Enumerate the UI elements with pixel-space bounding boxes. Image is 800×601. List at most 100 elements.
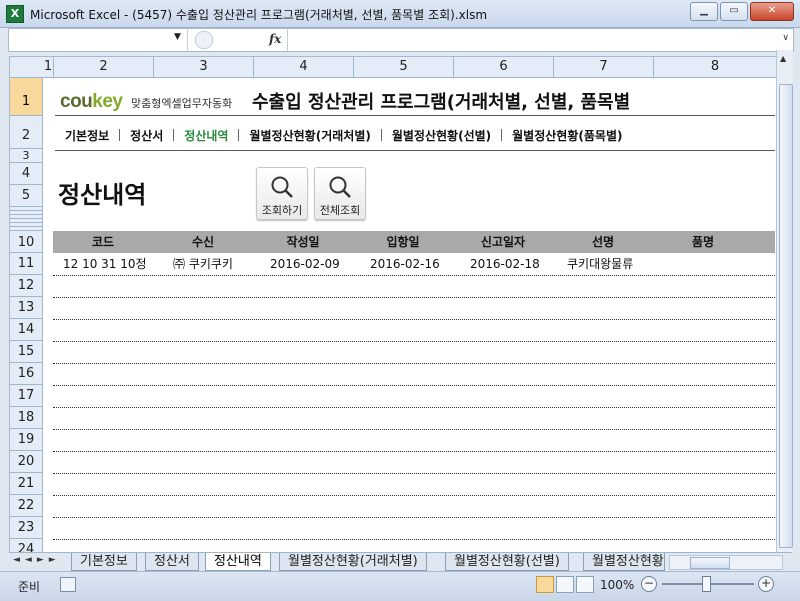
minimize-button[interactable]: ▁	[690, 2, 718, 21]
column-header[interactable]: 5	[354, 57, 454, 78]
title-divider	[55, 115, 775, 116]
expand-formula-icon[interactable]: ∨	[782, 33, 789, 43]
row-header[interactable]: 17	[10, 385, 43, 407]
page-break-view-icon[interactable]	[576, 576, 594, 593]
row-divider	[53, 319, 775, 320]
row-header[interactable]: 22	[10, 495, 43, 517]
vertical-scroll-thumb[interactable]	[779, 84, 793, 548]
formula-input[interactable]	[293, 32, 773, 48]
logo-tagline: 맞춤형엑셀업무자동화	[131, 97, 233, 110]
row-divider	[53, 363, 775, 364]
cell-created-date[interactable]: 2016-02-09	[270, 254, 340, 274]
formula-bar: ▼ fx ∨	[8, 28, 794, 52]
zoom-level[interactable]: 100%	[600, 578, 634, 592]
row-header[interactable]: 2	[10, 116, 43, 149]
search-all-button-label: 전체조회	[319, 204, 361, 217]
column-header[interactable]: 3	[154, 57, 254, 78]
nav-item-settlement[interactable]: 정산서	[120, 127, 173, 144]
cell-recipient[interactable]: ㈜ 쿠키쿠키	[173, 254, 233, 274]
row-divider	[53, 275, 775, 276]
search-all-button[interactable]: 전체조회	[314, 167, 366, 220]
window-controls: ▁ ▭ ✕	[690, 2, 794, 21]
column-arrival-date[interactable]: 입항일	[353, 231, 453, 253]
nav-divider	[55, 150, 775, 151]
scroll-up-icon[interactable]: ▲	[780, 54, 786, 63]
row-divider	[53, 429, 775, 430]
normal-view-icon[interactable]	[536, 576, 554, 593]
horizontal-scroll-thumb[interactable]	[690, 557, 730, 569]
page-layout-view-icon[interactable]	[556, 576, 574, 593]
page-title: 정산내역	[58, 181, 147, 209]
row-header[interactable]: 4	[10, 163, 43, 185]
column-code[interactable]: 코드	[53, 231, 153, 253]
vertical-scrollbar[interactable]: ▲	[776, 50, 793, 552]
column-header[interactable]: 2	[54, 57, 154, 78]
hidden-rows-marker[interactable]	[10, 207, 43, 231]
formula-separator	[287, 29, 288, 51]
cell-arrival-date[interactable]: 2016-02-16	[370, 254, 440, 274]
nav-item-settlement-history[interactable]: 정산내역	[174, 127, 238, 144]
row-header[interactable]: 18	[10, 407, 43, 429]
nav-item-monthly-by-ship[interactable]: 월별정산현황(선별)	[382, 127, 501, 144]
tab-scroll-arrows-icon[interactable]: ◄◄►►	[13, 555, 61, 565]
worksheet[interactable]: 1 2 3 4 5 6 7 8 1 2 3 4 5 10 11 12 13 14…	[9, 56, 777, 554]
nav-item-monthly-by-client[interactable]: 월별정산현황(거래처별)	[239, 127, 380, 144]
cell-declaration-date[interactable]: 2016-02-18	[470, 254, 540, 274]
zoom-out-button[interactable]: −	[641, 576, 657, 592]
name-box-dropdown-icon[interactable]: ▼	[174, 32, 181, 42]
row-header[interactable]: 19	[10, 429, 43, 451]
coukey-logo: coukey	[60, 91, 123, 113]
column-header[interactable]: 1	[43, 57, 54, 78]
column-header[interactable]: 4	[254, 57, 354, 78]
column-item-name[interactable]: 품명	[653, 231, 753, 253]
row-header[interactable]: 15	[10, 341, 43, 363]
nav-item-monthly-by-item[interactable]: 월별정산현황(품목별)	[502, 127, 632, 144]
sheet-tab-monthly-by-item[interactable]: 월별정산현황	[583, 553, 665, 571]
row-header[interactable]: 3	[10, 149, 43, 163]
column-recipient[interactable]: 수신	[153, 231, 253, 253]
sheet-tab-basic-info[interactable]: 기본정보	[71, 553, 137, 571]
row-divider	[53, 297, 775, 298]
close-button[interactable]: ✕	[750, 2, 794, 21]
row-header[interactable]: 20	[10, 451, 43, 473]
column-header[interactable]: 8	[654, 57, 776, 78]
row-header[interactable]: 1	[10, 78, 43, 116]
row-header[interactable]: 12	[10, 275, 43, 297]
macro-record-icon[interactable]	[60, 577, 76, 592]
zoom-in-button[interactable]: +	[758, 576, 774, 592]
row-header[interactable]: 13	[10, 297, 43, 319]
logo-text-cou: cou	[60, 91, 93, 112]
search-button[interactable]: 조회하기	[256, 167, 308, 220]
row-header[interactable]: 5	[10, 185, 43, 207]
name-box[interactable]	[9, 29, 188, 51]
horizontal-scrollbar[interactable]	[669, 555, 783, 570]
row-header[interactable]: 23	[10, 517, 43, 539]
zoom-slider-knob[interactable]	[702, 576, 711, 592]
insert-function-button[interactable]: fx	[269, 32, 281, 46]
cell-code[interactable]: 12 10 31 10정	[63, 254, 147, 274]
restore-button[interactable]: ▭	[720, 2, 748, 21]
cell-ship-name[interactable]: 쿠키대왕물류	[567, 254, 633, 274]
sheet-tab-settlement[interactable]: 정산서	[145, 553, 199, 571]
column-declaration-date[interactable]: 신고일자	[453, 231, 553, 253]
column-ship-name[interactable]: 선명	[553, 231, 653, 253]
row-header[interactable]: 16	[10, 363, 43, 385]
excel-app-icon[interactable]: X	[6, 5, 24, 23]
formula-cancel-icon[interactable]	[195, 31, 213, 49]
row-header[interactable]: 21	[10, 473, 43, 495]
sheet-tab-settlement-history[interactable]: 정산내역	[205, 553, 271, 571]
column-created-date[interactable]: 작성일	[253, 231, 353, 253]
nav-item-basic-info[interactable]: 기본정보	[55, 127, 119, 144]
row-header[interactable]: 24	[10, 539, 43, 553]
row-header[interactable]: 11	[10, 253, 43, 275]
row-header[interactable]: 10	[10, 231, 43, 253]
sheet-tab-monthly-by-ship[interactable]: 월별정산현황(선별)	[445, 553, 569, 571]
select-all-corner[interactable]	[10, 57, 44, 78]
column-header[interactable]: 6	[454, 57, 554, 78]
search-icon	[271, 176, 293, 198]
row-divider	[53, 385, 775, 386]
row-header[interactable]: 14	[10, 319, 43, 341]
column-header[interactable]: 7	[554, 57, 654, 78]
row-divider	[53, 517, 775, 518]
sheet-tab-monthly-by-client[interactable]: 월별정산현황(거래처별)	[279, 553, 427, 571]
